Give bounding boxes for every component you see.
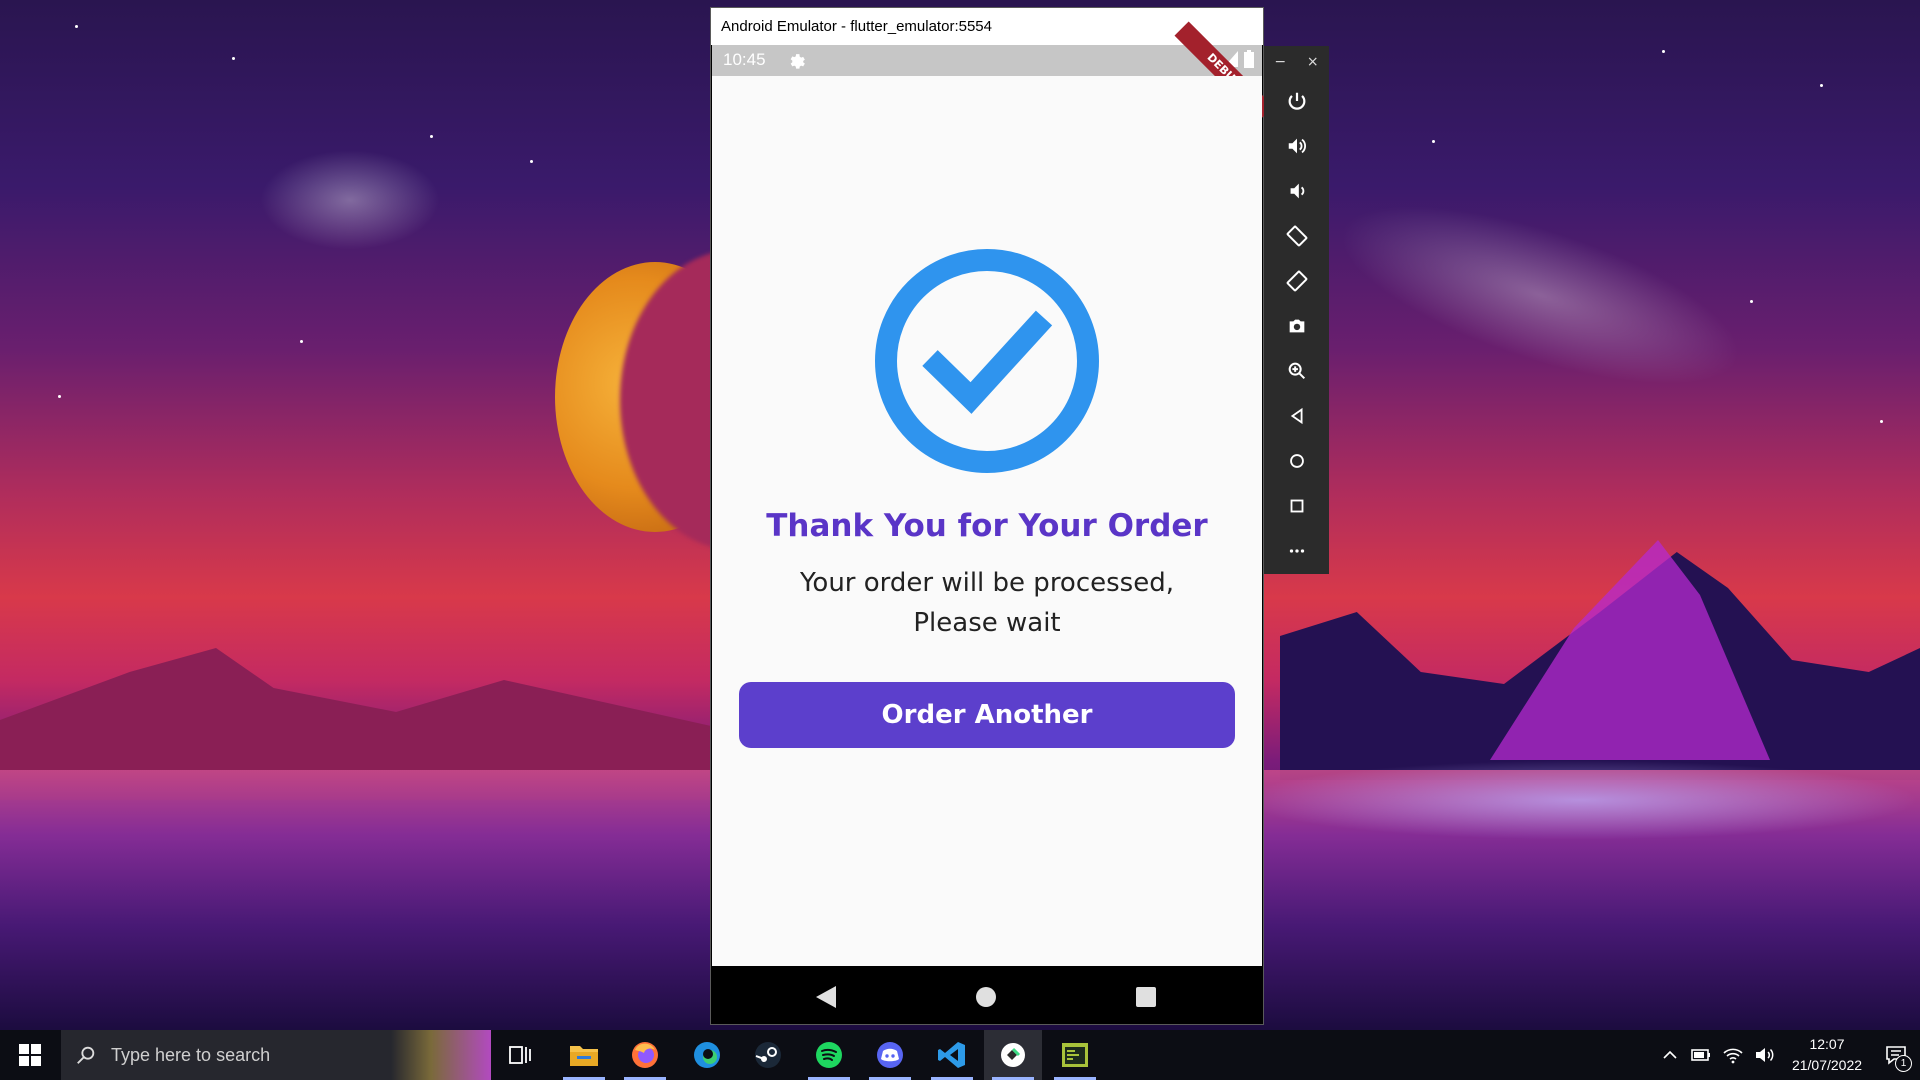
nav-recents-button[interactable] (1136, 987, 1156, 1007)
clock-time: 12:07 (1809, 1036, 1845, 1052)
taskbar-clock[interactable]: 12:07 21/07/2022 (1782, 1034, 1872, 1076)
file-explorer-button[interactable] (555, 1030, 613, 1080)
rotate-right-button[interactable] (1264, 258, 1329, 303)
home-icon (1289, 453, 1304, 468)
edge-button[interactable] (678, 1030, 736, 1080)
emulator-button[interactable] (984, 1030, 1042, 1080)
task-view-icon (509, 1046, 531, 1064)
volume-up-icon (1288, 138, 1306, 153)
star (1432, 140, 1435, 143)
close-button[interactable]: × (1307, 54, 1319, 70)
star (1820, 84, 1823, 87)
android-nav-bar (711, 966, 1263, 1024)
rotate-left-icon (1286, 225, 1307, 246)
firefox-icon (632, 1042, 658, 1068)
star (232, 57, 235, 60)
overview-button[interactable] (1264, 483, 1329, 528)
discord-icon (877, 1042, 903, 1068)
speaker-icon[interactable] (1754, 1045, 1776, 1065)
clock-date: 21/07/2022 (1791, 1057, 1863, 1073)
camera-icon (1289, 319, 1304, 332)
volume-down-icon (1290, 183, 1304, 198)
rotate-left-button[interactable] (1264, 213, 1329, 258)
order-another-button[interactable]: Order Another (739, 682, 1235, 748)
start-button[interactable] (0, 1030, 60, 1080)
notification-count-badge: 1 (1895, 1055, 1912, 1072)
milky-way (1320, 168, 1760, 422)
volume-down-button[interactable] (1264, 168, 1329, 213)
star (300, 340, 303, 343)
edge-icon (694, 1042, 720, 1068)
search-placeholder: Type here to search (111, 1044, 271, 1065)
vscode-button[interactable] (923, 1030, 981, 1080)
home-button[interactable] (1264, 438, 1329, 483)
power-icon (1288, 92, 1305, 110)
status-time: 10:45 (723, 50, 766, 69)
file-explorer-icon (570, 1046, 598, 1066)
check-circle-icon (875, 249, 1099, 473)
wifi-icon[interactable] (1722, 1045, 1744, 1065)
nav-back-button[interactable] (816, 986, 836, 1008)
star (58, 395, 61, 398)
spotify-icon (816, 1042, 842, 1068)
search-highlight-art (391, 1030, 491, 1080)
star (530, 160, 533, 163)
overview-icon (1290, 499, 1303, 512)
star (1880, 420, 1883, 423)
emulator-icon (1001, 1043, 1025, 1067)
terminal-button[interactable] (1046, 1030, 1104, 1080)
taskbar-search[interactable]: Type here to search (61, 1030, 491, 1080)
back-button[interactable] (1264, 393, 1329, 438)
rotate-right-icon (1286, 270, 1307, 291)
android-status-bar: 10:45 DEBUG (712, 21, 1274, 121)
more-icon (1289, 548, 1304, 553)
steam-button[interactable] (739, 1030, 797, 1080)
message-line-1: Your order will be processed, (799, 568, 1174, 598)
toolbar-window-controls: − × (1264, 46, 1329, 78)
star (75, 25, 78, 28)
horizon-glow (1240, 760, 1920, 840)
nav-home-button[interactable] (976, 987, 996, 1007)
order-message: Your order will be processed, Please wai… (712, 563, 1262, 643)
terminal-icon (1062, 1043, 1088, 1067)
gear-icon (790, 54, 805, 69)
message-line-2: Please wait (913, 608, 1061, 638)
more-button[interactable] (1264, 528, 1329, 573)
window-title: Android Emulator - flutter_emulator:5554 (721, 18, 992, 35)
task-view-button[interactable] (491, 1030, 549, 1080)
windows-logo-icon (19, 1044, 41, 1066)
power-button[interactable] (1264, 78, 1329, 123)
battery-icon (1244, 50, 1254, 68)
page-title: Thank You for Your Order (766, 508, 1208, 544)
spotify-button[interactable] (800, 1030, 858, 1080)
steam-icon (755, 1042, 781, 1068)
minimize-button[interactable]: − (1274, 54, 1286, 70)
firefox-button[interactable] (616, 1030, 674, 1080)
star (430, 135, 433, 138)
vscode-icon (938, 1042, 965, 1068)
star (1750, 300, 1753, 303)
discord-button[interactable] (861, 1030, 919, 1080)
notifications-button[interactable]: 1 (1872, 1030, 1920, 1080)
windows-taskbar: Type here to search 12:07 21/07/2022 1 (0, 1030, 1920, 1080)
star (1662, 50, 1665, 53)
zoom-icon (1288, 362, 1305, 379)
emulator-toolbar: − × (1264, 46, 1329, 574)
back-icon (1290, 407, 1302, 424)
zoom-button[interactable] (1264, 348, 1329, 393)
volume-up-button[interactable] (1264, 123, 1329, 168)
chevron-up-icon[interactable] (1660, 1045, 1680, 1065)
system-tray: 12:07 21/07/2022 1 (1660, 1030, 1920, 1080)
screenshot-button[interactable] (1264, 303, 1329, 348)
milky-way (260, 150, 440, 250)
search-icon (77, 1046, 95, 1064)
battery-icon[interactable] (1690, 1045, 1712, 1065)
app-screen: Thank You for Your Order Your order will… (712, 76, 1262, 966)
emulator-window: Android Emulator - flutter_emulator:5554… (711, 8, 1274, 1024)
